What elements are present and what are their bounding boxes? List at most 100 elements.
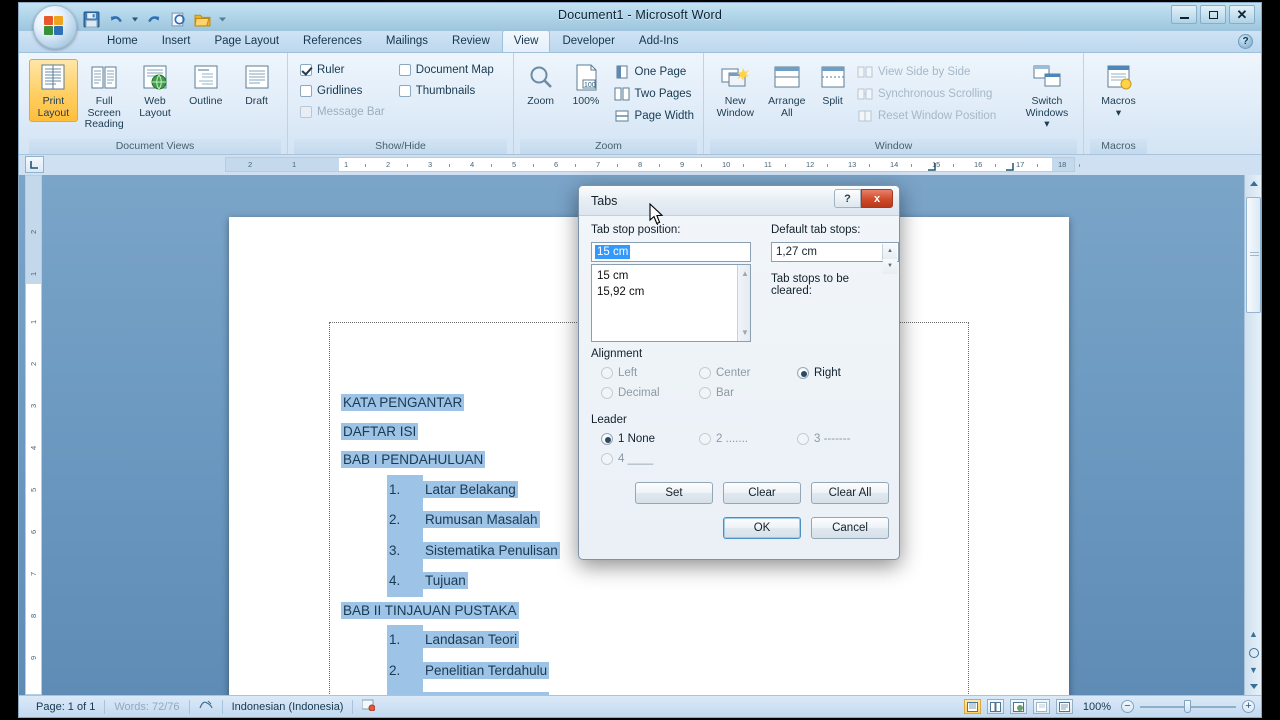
leader-none-radio[interactable]: 1 None bbox=[601, 433, 655, 445]
full-screen-reading-button[interactable]: Full Screen Reading bbox=[80, 59, 129, 134]
tab-insert[interactable]: Insert bbox=[150, 30, 203, 52]
undo-dropdown-icon[interactable] bbox=[131, 11, 139, 28]
tab-stop-list-scrollbar[interactable]: ▲ ▼ bbox=[737, 265, 750, 341]
tab-references[interactable]: References bbox=[291, 30, 374, 52]
close-button[interactable]: ✕ bbox=[1229, 5, 1255, 24]
page-status[interactable]: Page: 1 of 1 bbox=[27, 701, 104, 713]
office-button[interactable] bbox=[33, 5, 77, 49]
previous-page-button[interactable]: ▲ bbox=[1245, 626, 1261, 643]
tab-home[interactable]: Home bbox=[95, 30, 150, 52]
ruler-tab-stop-marker[interactable] bbox=[1005, 162, 1015, 171]
tab-review[interactable]: Review bbox=[440, 30, 502, 52]
page-width-button[interactable]: Page Width bbox=[611, 105, 697, 127]
alignment-right-radio[interactable]: Right bbox=[797, 367, 841, 379]
macros-button[interactable]: Macros ▾ bbox=[1092, 59, 1146, 122]
vertical-scrollbar[interactable]: ▲ ▼ bbox=[1244, 175, 1261, 695]
alignment-left-radio[interactable]: Left bbox=[601, 367, 637, 379]
open-icon[interactable] bbox=[194, 11, 211, 28]
checkbox-row-document-map[interactable]: Document Map bbox=[398, 59, 494, 80]
save-icon[interactable] bbox=[83, 11, 100, 28]
zoom-slider[interactable] bbox=[1140, 700, 1236, 713]
print-layout-button[interactable]: Print Layout bbox=[29, 59, 78, 122]
switch-windows-button[interactable]: Switch Windows ▾ bbox=[1017, 59, 1077, 134]
tab-page-layout[interactable]: Page Layout bbox=[202, 30, 291, 52]
customize-qat-icon[interactable] bbox=[218, 11, 227, 28]
alignment-bar-radio[interactable]: Bar bbox=[699, 387, 734, 399]
minimize-button[interactable] bbox=[1171, 5, 1197, 24]
scrollbar-thumb[interactable] bbox=[1246, 197, 1261, 313]
scroll-down-button[interactable] bbox=[1245, 678, 1261, 695]
two-pages-button[interactable]: Two Pages bbox=[611, 83, 697, 105]
proofing-errors-icon[interactable] bbox=[190, 699, 222, 714]
outline-view-button[interactable] bbox=[1032, 699, 1050, 714]
select-browse-object-button[interactable] bbox=[1245, 644, 1261, 661]
scroll-up-button[interactable] bbox=[1245, 175, 1261, 192]
word-count-status[interactable]: Words: 72/76 bbox=[105, 701, 188, 713]
checkbox-row-thumbnails[interactable]: Thumbnails bbox=[398, 80, 494, 101]
zoom-slider-knob[interactable] bbox=[1184, 700, 1191, 713]
tab-stop-list-item[interactable]: 15 cm bbox=[592, 268, 750, 284]
maximize-button[interactable] bbox=[1200, 5, 1226, 24]
ruler-tab-stop-marker[interactable] bbox=[928, 162, 937, 171]
tab-stop-list[interactable]: 15 cm 15,92 cm ▲ ▼ bbox=[591, 264, 751, 342]
checkbox-row-gridlines[interactable]: Gridlines bbox=[300, 80, 385, 101]
outline-button[interactable]: Outline bbox=[181, 59, 230, 111]
print-preview-icon[interactable] bbox=[170, 11, 187, 28]
dialog-help-button[interactable]: ? bbox=[834, 189, 861, 208]
list-scroll-down-icon[interactable]: ▼ bbox=[741, 328, 749, 337]
tab-view[interactable]: View bbox=[501, 30, 551, 52]
undo-icon[interactable] bbox=[107, 11, 124, 28]
zoom-out-button[interactable]: − bbox=[1121, 700, 1134, 713]
new-window-button[interactable]: New Window bbox=[710, 59, 761, 122]
cancel-button[interactable]: Cancel bbox=[811, 517, 889, 539]
one-page-button[interactable]: One Page bbox=[611, 61, 697, 83]
tab-stop-list-item[interactable]: 15,92 cm bbox=[592, 284, 750, 300]
gridlines-checkbox[interactable] bbox=[300, 84, 312, 97]
draft-button[interactable]: Draft bbox=[232, 59, 281, 111]
help-icon[interactable]: ? bbox=[1238, 34, 1253, 49]
redo-icon[interactable] bbox=[146, 11, 163, 28]
language-status[interactable]: Indonesian (Indonesia) bbox=[223, 701, 353, 713]
split-button[interactable]: Split bbox=[813, 59, 852, 111]
ruler-checkbox[interactable] bbox=[300, 63, 312, 76]
zoom-in-button[interactable]: + bbox=[1242, 700, 1255, 713]
document-line[interactable]: 4. Tujuan bbox=[341, 566, 901, 597]
web-layout-button[interactable]: Web Layout bbox=[131, 59, 180, 122]
horizontal-ruler[interactable]: 2 1 1 2 3 4 5 6 7 8 9 10 11 12 13 14 15 16 17 18 bbox=[225, 157, 1080, 172]
spinner-up-icon[interactable]: ▲ bbox=[883, 244, 897, 259]
leader-underline-radio[interactable]: 4 ____ bbox=[601, 453, 653, 465]
full-screen-reading-view-button[interactable] bbox=[986, 699, 1004, 714]
print-layout-view-button[interactable] bbox=[963, 699, 981, 714]
document-map-checkbox[interactable] bbox=[398, 63, 411, 76]
zoom-level[interactable]: 100% bbox=[1079, 701, 1115, 713]
alignment-center-radio[interactable]: Center bbox=[699, 367, 751, 379]
tab-mailings[interactable]: Mailings bbox=[374, 30, 440, 52]
record-macro-icon[interactable] bbox=[353, 699, 384, 714]
clear-button[interactable]: Clear bbox=[723, 482, 801, 504]
list-scroll-up-icon[interactable]: ▲ bbox=[741, 269, 749, 278]
tab-stop-position-input[interactable]: 15 cm bbox=[591, 242, 751, 262]
vertical-ruler[interactable]: 2 1 1 2 3 4 5 6 7 8 9 bbox=[25, 175, 42, 695]
thumbnails-checkbox[interactable] bbox=[398, 84, 411, 97]
leader-dots-radio[interactable]: 2 ....... bbox=[699, 433, 748, 445]
document-line[interactable]: 1. Landasan Teori bbox=[341, 625, 901, 656]
draft-view-button[interactable] bbox=[1055, 699, 1073, 714]
alignment-decimal-radio[interactable]: Decimal bbox=[601, 387, 660, 399]
zoom-button[interactable]: Zoom bbox=[520, 59, 561, 111]
default-tab-stops-input[interactable]: 1,27 cm ▲ ▼ bbox=[771, 242, 899, 274]
ok-button[interactable]: OK bbox=[723, 517, 801, 539]
tab-stop-selector-icon[interactable] bbox=[25, 156, 44, 173]
clear-all-button[interactable]: Clear All bbox=[811, 482, 889, 504]
spinner-down-icon[interactable]: ▼ bbox=[883, 259, 897, 274]
tab-developer[interactable]: Developer bbox=[550, 30, 626, 52]
document-line[interactable]: BAB II TINJAUAN PUSTAKA bbox=[341, 597, 901, 626]
document-line[interactable]: 3.Kerangka Pemikiran bbox=[341, 686, 901, 695]
default-tab-stops-spinner[interactable]: ▲ ▼ bbox=[882, 244, 897, 274]
web-layout-view-button[interactable] bbox=[1009, 699, 1027, 714]
document-line[interactable]: 2. Penelitian Terdahulu bbox=[341, 655, 901, 686]
checkbox-row-ruler[interactable]: Ruler bbox=[300, 59, 385, 80]
zoom-100-button[interactable]: 100 100% bbox=[565, 59, 606, 111]
tab-add-ins[interactable]: Add-Ins bbox=[627, 30, 691, 52]
set-button[interactable]: Set bbox=[635, 482, 713, 504]
next-page-button[interactable]: ▼ bbox=[1245, 662, 1261, 679]
